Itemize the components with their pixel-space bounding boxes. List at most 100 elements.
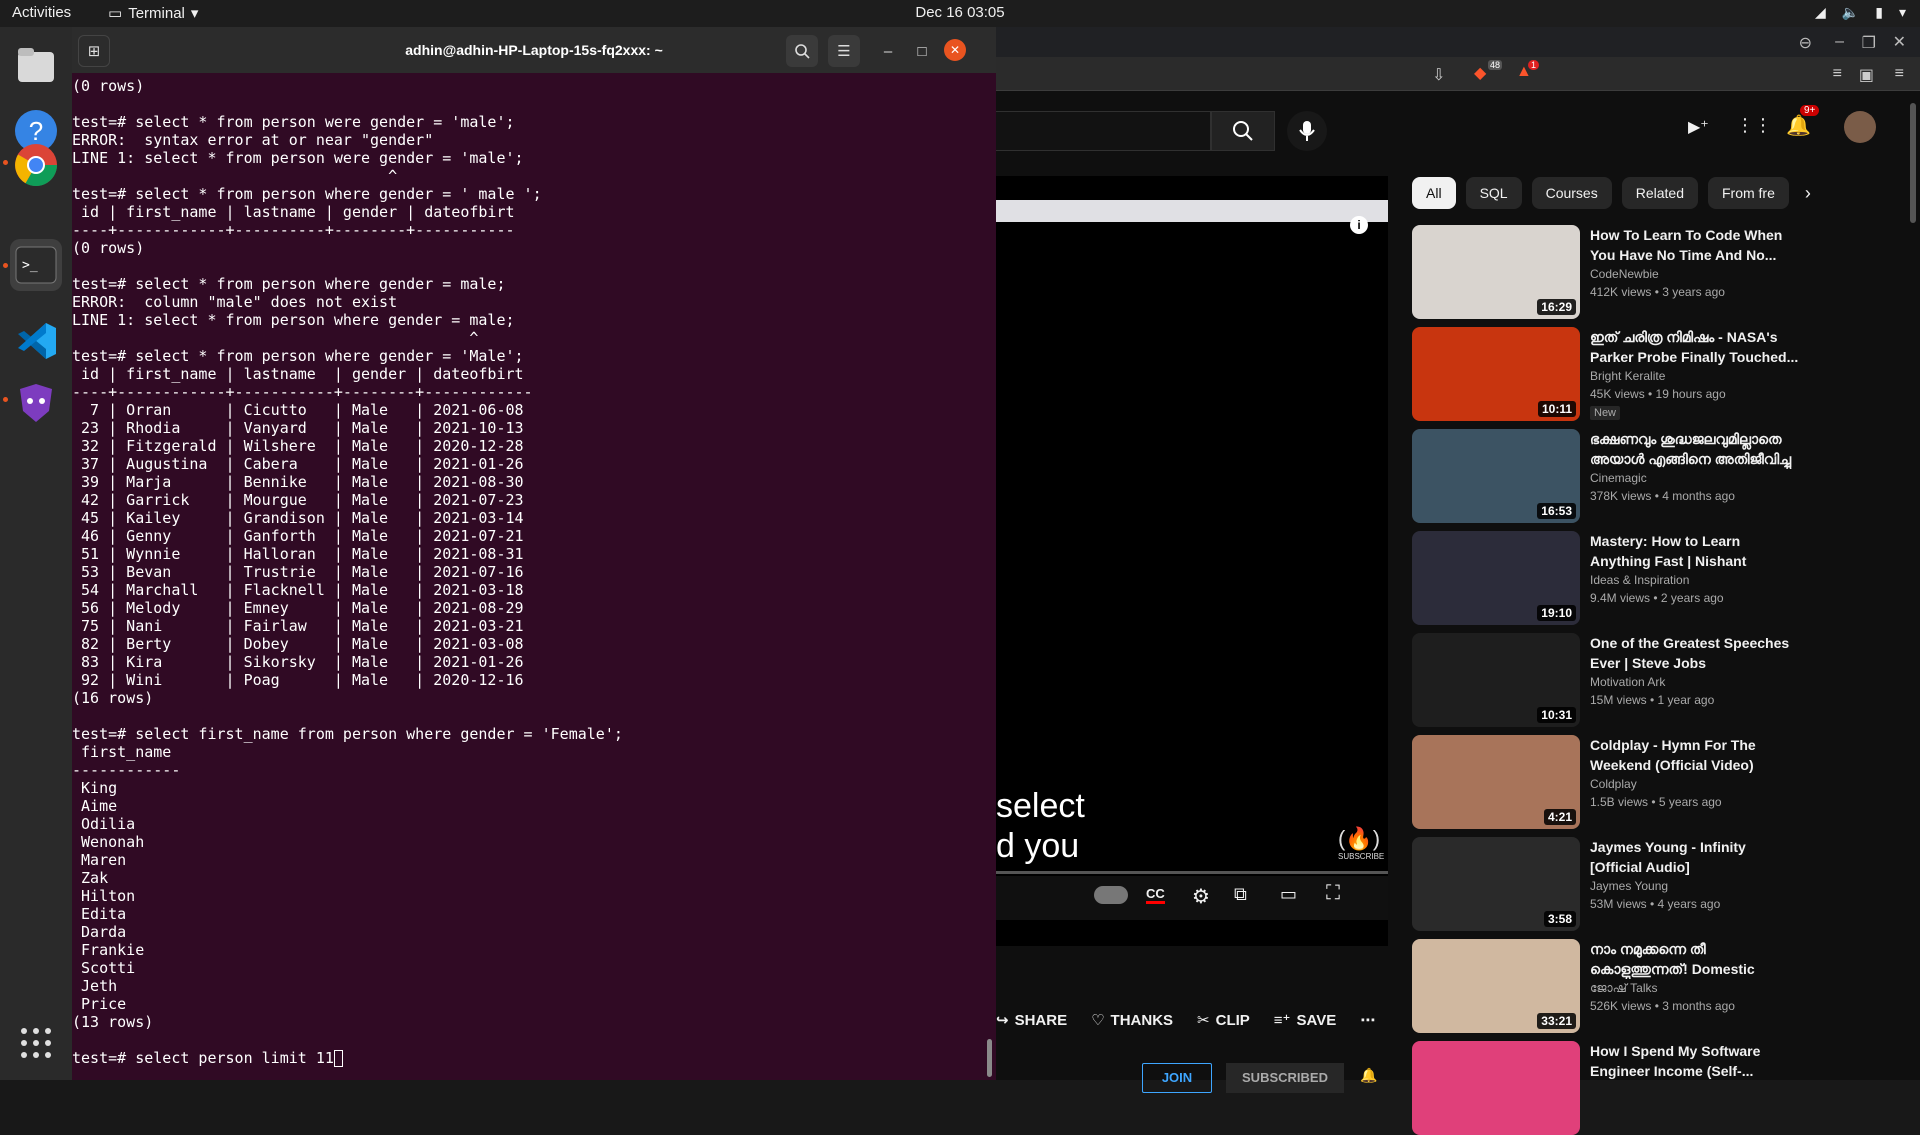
vscode-app[interactable] (10, 315, 62, 367)
settings-gear-icon[interactable]: ⚙ (1192, 884, 1210, 909)
video-player[interactable]: i select d you (🔥) SUBSCRIBE CC ⚙ ⧉ ▭ ⛶ (996, 176, 1388, 946)
video-thumbnail[interactable]: 16:53 (1412, 429, 1580, 523)
wallet-icon[interactable]: ▣ (1859, 65, 1874, 85)
apps-grid-icon[interactable]: ⋮⋮ (1736, 115, 1772, 136)
video-title[interactable]: നാം നമുക്കന്നെ തീ കൊളുത്തുന്നത്! Domesti… (1590, 939, 1800, 979)
terminal-line: Aime (72, 797, 118, 815)
chip-all[interactable]: All (1412, 177, 1456, 209)
channel-name[interactable]: Jaymes Young (1590, 877, 1800, 895)
browser-menu-icon[interactable]: ⊖ (1799, 33, 1812, 53)
hamburger-menu-button[interactable]: ☰ (828, 35, 860, 67)
terminal-line: id | first_name | lastname | gender | da… (72, 365, 524, 383)
recommended-video[interactable]: 16:53 ഭക്ഷണവും ശുദ്ധജലവുമില്ലാതെ അയാൾ എങ്… (1412, 429, 1800, 523)
join-button[interactable]: JOIN (1142, 1063, 1212, 1093)
progress-bar[interactable] (996, 871, 1388, 874)
avatar[interactable] (1844, 111, 1876, 143)
recommended-video[interactable]: 16:29 How To Learn To Code When You Have … (1412, 225, 1800, 319)
recommended-video[interactable]: 3:58 Jaymes Young - Infinity [Official Au… (1412, 837, 1800, 931)
video-thumbnail[interactable] (1412, 1041, 1580, 1135)
terminal-app[interactable]: >_ (10, 239, 62, 291)
restore-icon[interactable]: ❐ (1862, 33, 1876, 53)
thanks-button[interactable]: ♡ THANKS (1091, 1011, 1173, 1030)
more-actions-icon[interactable]: ⋯ (1360, 1011, 1375, 1029)
recommended-video[interactable]: How I Spend My Software Engineer Income … (1412, 1041, 1800, 1135)
files-app[interactable] (10, 39, 62, 91)
miniplayer-icon[interactable]: ⧉ (1234, 884, 1247, 905)
channel-name[interactable]: ജോഷ് Talks (1590, 979, 1800, 997)
subscribed-button[interactable]: SUBSCRIBED (1226, 1063, 1344, 1093)
minimize-icon[interactable]: – (1835, 33, 1844, 51)
info-icon[interactable]: i (1350, 216, 1368, 234)
chip-related[interactable]: Related (1621, 177, 1698, 209)
video-title[interactable]: ഭക്ഷണവും ശുദ്ധജലവുമില്ലാതെ അയാൾ എങ്ങിനെ … (1590, 429, 1800, 469)
chip-sql[interactable]: SQL (1465, 177, 1522, 209)
recommended-video[interactable]: 4:21 Coldplay - Hymn For The Weekend (Off… (1412, 735, 1800, 829)
channel-name[interactable]: Coldplay (1590, 775, 1800, 793)
share-button[interactable]: ↪ SHARE (996, 1011, 1067, 1030)
search-button[interactable] (786, 35, 818, 67)
channel-name[interactable]: Motivation Ark (1590, 673, 1800, 691)
video-title[interactable]: One of the Greatest Speeches Ever | Stev… (1590, 633, 1800, 673)
fullscreen-icon[interactable]: ⛶ (1326, 882, 1340, 905)
theater-mode-icon[interactable]: ▭ (1280, 884, 1297, 905)
terminal-output[interactable]: (0 rows) test=# select * from person wer… (72, 73, 982, 1080)
channel-name[interactable]: CodeNewbie (1590, 265, 1800, 283)
terminal-line: (13 rows) (72, 1013, 154, 1031)
channel-watermark[interactable]: (🔥) SUBSCRIBE (1338, 826, 1384, 866)
video-title[interactable]: Mastery: How to Learn Anything Fast | Ni… (1590, 531, 1800, 571)
show-applications-icon[interactable] (20, 1027, 52, 1064)
recommended-video[interactable]: 33:21 നാം നമുക്കന്നെ തീ കൊളുത്തുന്നത്! Do… (1412, 939, 1800, 1033)
system-tray[interactable]: ◢ 🔈 ▮ ▾ (1815, 4, 1906, 21)
new-badge: New (1590, 406, 1621, 420)
captions-button[interactable]: CC (1146, 886, 1165, 904)
search-input[interactable] (996, 111, 1211, 151)
close-button[interactable]: ✕ (944, 39, 966, 61)
browser-menu-button[interactable]: ≡ (1895, 65, 1904, 83)
video-title[interactable]: How To Learn To Code When You Have No Ti… (1590, 225, 1800, 265)
save-button[interactable]: ≡⁺ SAVE (1274, 1011, 1336, 1030)
video-title[interactable]: Coldplay - Hymn For The Weekend (Officia… (1590, 735, 1800, 775)
video-thumbnail[interactable]: 19:10 (1412, 531, 1580, 625)
terminal-line: Wenonah (72, 833, 145, 851)
search-button[interactable] (1211, 111, 1275, 151)
activities-button[interactable]: Activities (12, 4, 71, 21)
chip-from-fre[interactable]: From fre (1707, 177, 1789, 209)
terminal-scrollbar[interactable] (987, 1039, 992, 1077)
chevron-right-icon[interactable]: › (1799, 177, 1811, 209)
channel-name[interactable]: Bright Keralite (1590, 367, 1800, 385)
voice-search-button[interactable] (1287, 111, 1327, 151)
video-thumbnail[interactable]: 10:31 (1412, 633, 1580, 727)
recommended-video[interactable]: 19:10 Mastery: How to Learn Anything Fast… (1412, 531, 1800, 625)
video-title[interactable]: ഇത് ചരിത്ര നിമിഷം - NASA's Parker Probe … (1590, 327, 1800, 367)
channel-name[interactable]: Ideas & Inspiration (1590, 571, 1800, 589)
create-video-icon[interactable]: ▶⁺ (1688, 117, 1709, 137)
video-thumbnail[interactable]: 16:29 (1412, 225, 1580, 319)
chrome-app[interactable] (10, 139, 62, 191)
minimize-button[interactable]: – (876, 35, 900, 67)
notifications-bell-icon[interactable]: 🔔 (1786, 113, 1811, 138)
brave-nightly-app[interactable] (10, 377, 62, 429)
clip-button[interactable]: ✂ CLIP (1197, 1011, 1250, 1030)
recommended-video[interactable]: 10:31 One of the Greatest Speeches Ever |… (1412, 633, 1800, 727)
terminal-line: (0 rows) (72, 239, 145, 257)
video-title[interactable]: How I Spend My Software Engineer Income … (1590, 1041, 1800, 1081)
chip-courses[interactable]: Courses (1531, 177, 1612, 209)
install-icon[interactable]: ⇩ (1432, 65, 1445, 85)
video-thumbnail[interactable]: 33:21 (1412, 939, 1580, 1033)
autoplay-toggle[interactable] (1094, 886, 1128, 904)
channel-name[interactable]: Cinemagic (1590, 469, 1800, 487)
recommended-video[interactable]: 10:11 ഇത് ചരിത്ര നിമിഷം - NASA's Parker P… (1412, 327, 1800, 421)
close-icon[interactable]: ✕ (1893, 32, 1906, 52)
video-thumbnail[interactable]: 4:21 (1412, 735, 1580, 829)
video-thumbnail[interactable]: 3:58 (1412, 837, 1580, 931)
clock[interactable]: Dec 16 03:05 (915, 4, 1004, 21)
brave-shield-icon[interactable]: ◆ (1474, 63, 1486, 83)
video-duration: 16:29 (1537, 299, 1576, 315)
maximize-button[interactable]: □ (910, 35, 934, 67)
video-title[interactable]: Jaymes Young - Infinity [Official Audio] (1590, 837, 1800, 877)
playlist-icon[interactable]: ≡ (1833, 65, 1842, 83)
bell-icon[interactable]: 🔔 (1360, 1067, 1377, 1084)
video-thumbnail[interactable]: 10:11 (1412, 327, 1580, 421)
scrollbar[interactable] (1910, 103, 1916, 223)
app-menu[interactable]: ▭ Terminal ▾ (108, 4, 198, 23)
